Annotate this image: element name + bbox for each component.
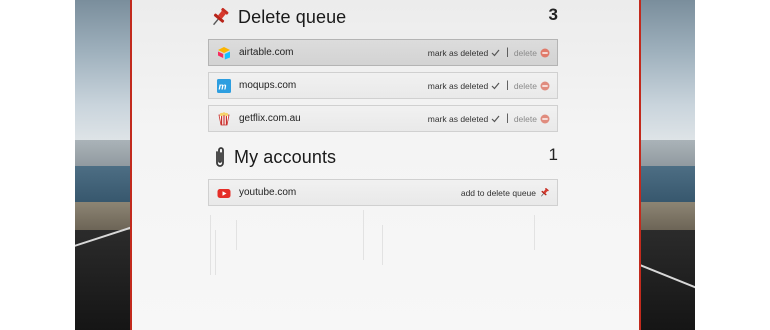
delete-queue-header: Delete queue 3 bbox=[208, 2, 558, 32]
svg-text:m: m bbox=[219, 81, 227, 91]
airtable-icon bbox=[217, 46, 231, 60]
row-actions: add to delete queue bbox=[461, 180, 550, 205]
mark-as-deleted-link[interactable]: mark as deleted bbox=[428, 114, 488, 124]
action-separator: | bbox=[506, 113, 509, 124]
delete-link[interactable]: delete bbox=[514, 48, 537, 58]
checkmark-icon bbox=[491, 82, 500, 90]
row-actions: mark as deleted | delete bbox=[428, 106, 550, 131]
my-accounts-header: My accounts 1 bbox=[208, 142, 558, 172]
site-name: getflix.com.au bbox=[239, 113, 301, 124]
mark-as-deleted-link[interactable]: mark as deleted bbox=[428, 48, 488, 58]
outer-margin-right bbox=[695, 0, 770, 330]
delete-queue-title: Delete queue bbox=[238, 6, 347, 27]
queue-row-airtable[interactable]: airtable.com mark as deleted | delete bbox=[208, 39, 558, 66]
pushpin-icon[interactable] bbox=[539, 187, 550, 198]
delete-queue-count: 3 bbox=[548, 5, 558, 24]
frame-edge-right bbox=[639, 0, 641, 330]
checkmark-icon bbox=[491, 49, 500, 57]
delete-link[interactable]: delete bbox=[514, 81, 537, 91]
paperclip-icon bbox=[208, 145, 232, 169]
my-accounts-title: My accounts bbox=[234, 146, 337, 167]
add-to-delete-queue-link[interactable]: add to delete queue bbox=[461, 188, 536, 198]
queue-row-getflix[interactable]: getflix.com.au mark as deleted | delete bbox=[208, 105, 558, 132]
action-separator: | bbox=[506, 80, 509, 91]
mark-as-deleted-link[interactable]: mark as deleted bbox=[428, 81, 488, 91]
checkmark-icon bbox=[491, 115, 500, 123]
account-row-youtube[interactable]: youtube.com add to delete queue bbox=[208, 179, 558, 206]
delete-icon[interactable] bbox=[540, 81, 550, 91]
youtube-icon bbox=[217, 186, 231, 200]
queue-row-moqups[interactable]: m moqups.com mark as deleted | delete bbox=[208, 72, 558, 99]
row-actions: mark as deleted | delete bbox=[428, 73, 550, 98]
getflix-icon bbox=[217, 111, 231, 126]
outer-margin-left bbox=[0, 0, 75, 330]
my-accounts-count: 1 bbox=[548, 145, 558, 164]
delete-link[interactable]: delete bbox=[514, 114, 537, 124]
row-actions: mark as deleted | delete bbox=[428, 40, 550, 65]
delete-icon[interactable] bbox=[540, 114, 550, 124]
site-name: airtable.com bbox=[239, 47, 294, 58]
delete-icon[interactable] bbox=[540, 48, 550, 58]
pushpin-icon bbox=[208, 5, 232, 29]
background-photo-left bbox=[75, 0, 132, 330]
action-separator: | bbox=[506, 47, 509, 58]
site-name: youtube.com bbox=[239, 187, 297, 198]
site-name: moqups.com bbox=[239, 80, 297, 91]
moqups-icon: m bbox=[217, 78, 231, 93]
background-photo-right bbox=[640, 0, 695, 330]
